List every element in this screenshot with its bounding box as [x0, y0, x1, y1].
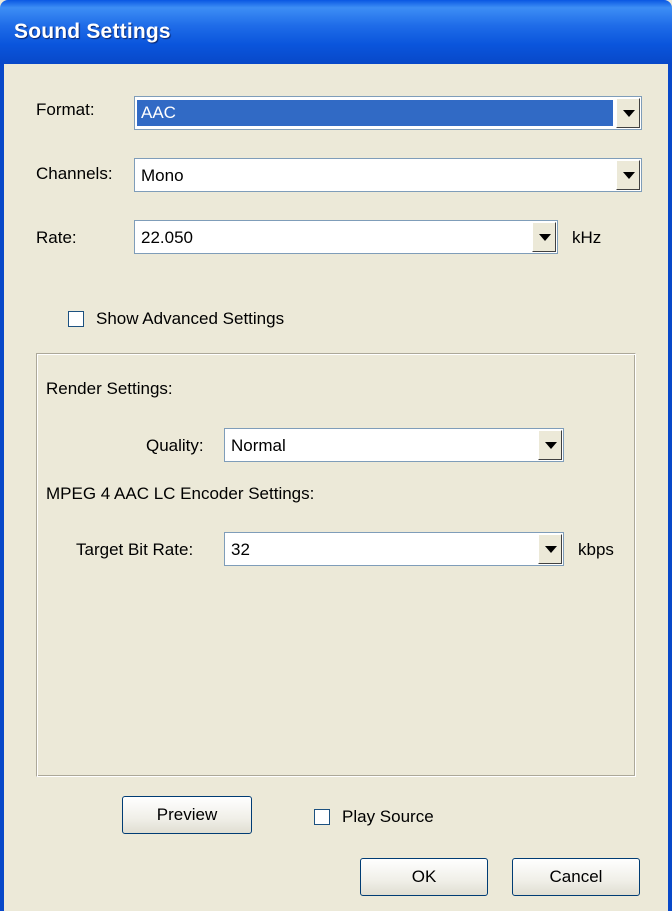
target-bit-rate-dropdown-arrow-icon[interactable] [538, 534, 562, 564]
rate-dropdown[interactable]: 22.050 [134, 220, 558, 254]
show-advanced-checkbox[interactable] [68, 311, 84, 327]
format-value: AAC [137, 100, 613, 126]
format-dropdown-arrow-icon[interactable] [616, 98, 640, 128]
window-frame-right [668, 64, 672, 911]
channels-value: Mono [141, 166, 184, 185]
format-dropdown[interactable]: AAC [134, 96, 642, 130]
target-bit-rate-label: Target Bit Rate: [76, 540, 194, 559]
window-frame-left [0, 64, 4, 911]
rate-unit: kHz [572, 228, 602, 247]
play-source-label[interactable]: Play Source [342, 807, 434, 827]
play-source-checkbox[interactable] [314, 809, 330, 825]
quality-dropdown[interactable]: Normal [224, 428, 564, 462]
rate-dropdown-arrow-icon[interactable] [532, 222, 556, 252]
preview-button[interactable]: Preview [122, 796, 252, 834]
target-bit-rate-dropdown[interactable]: 32 [224, 532, 564, 566]
target-bit-rate-value: 32 [231, 540, 250, 559]
channels-dropdown-arrow-icon[interactable] [616, 160, 640, 190]
channels-dropdown[interactable]: Mono [134, 158, 642, 192]
format-label: Format: [36, 100, 95, 119]
ok-button[interactable]: OK [360, 858, 488, 896]
window-title: Sound Settings [14, 20, 171, 43]
quality-label: Quality: [146, 436, 204, 455]
cancel-button[interactable]: Cancel [512, 858, 640, 896]
title-bar[interactable]: Sound Settings [0, 0, 672, 64]
quality-dropdown-arrow-icon[interactable] [538, 430, 562, 460]
show-advanced-label[interactable]: Show Advanced Settings [96, 309, 284, 329]
quality-value: Normal [231, 436, 286, 455]
encoder-settings-heading: MPEG 4 AAC LC Encoder Settings: [46, 484, 315, 503]
channels-label: Channels: [36, 164, 113, 183]
bitrate-unit: kbps [578, 540, 614, 559]
render-settings-heading: Render Settings: [46, 379, 173, 398]
rate-label: Rate: [36, 228, 77, 247]
rate-value: 22.050 [141, 228, 193, 247]
